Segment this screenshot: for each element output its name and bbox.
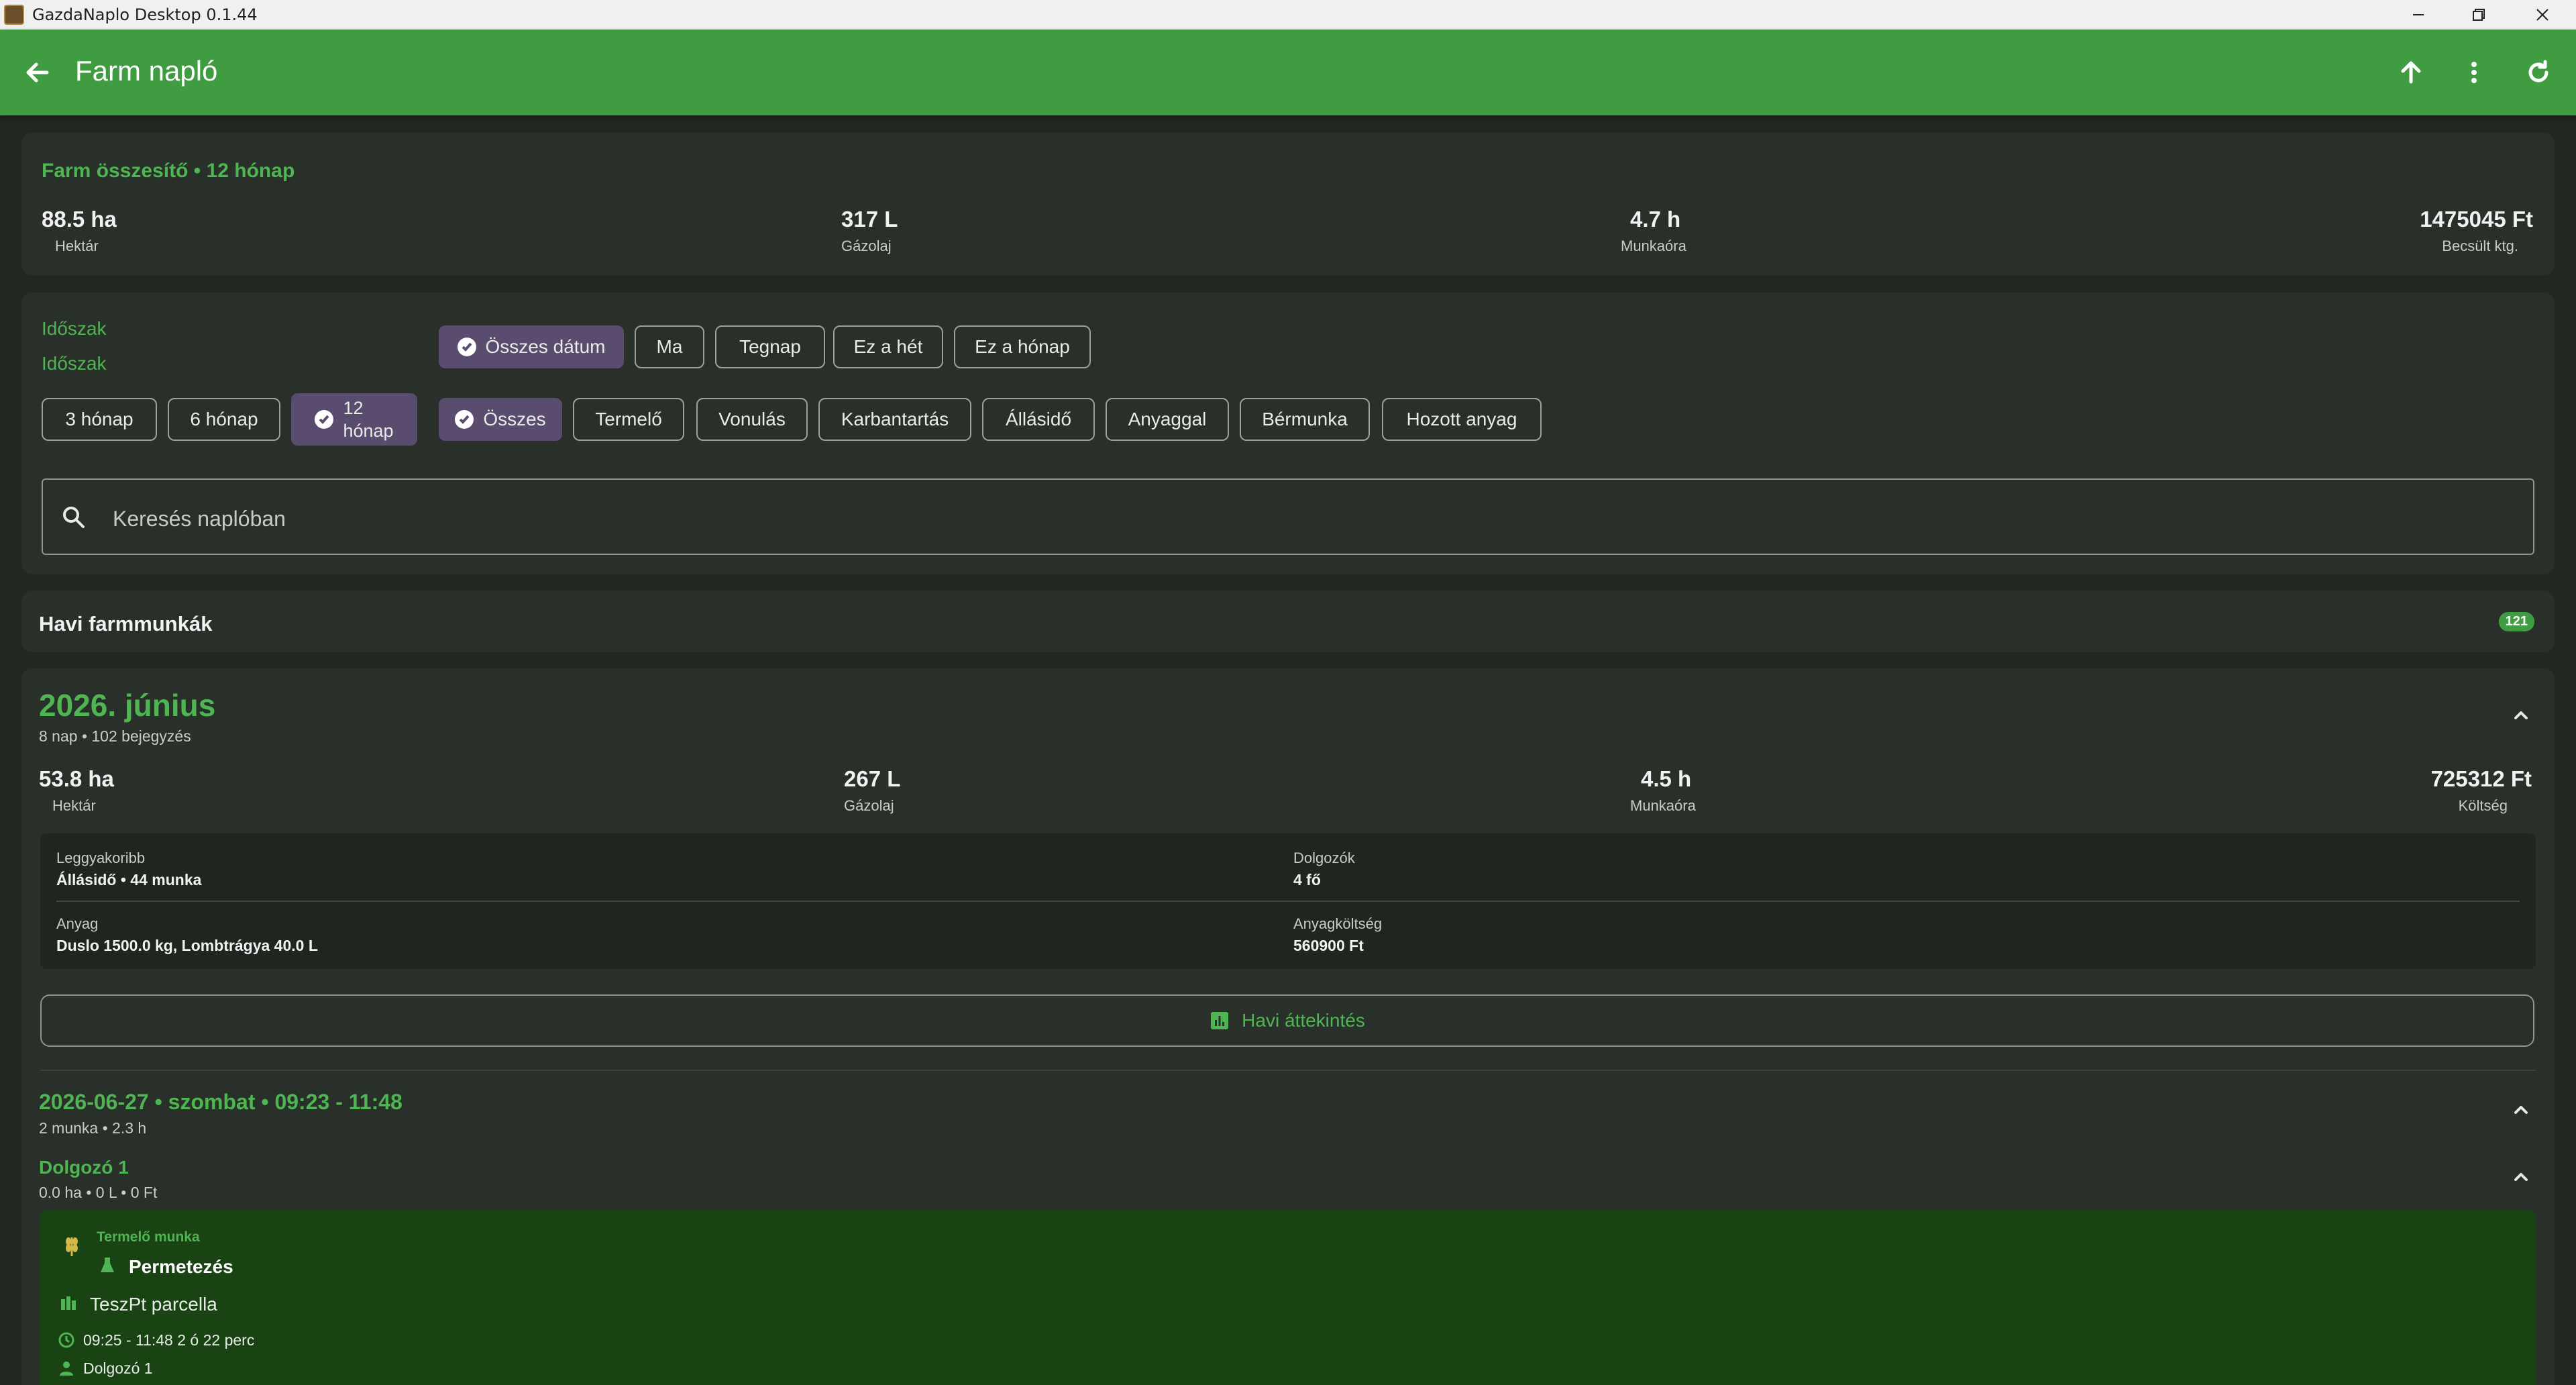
monthly-overview-button[interactable]: Havi áttekintés (40, 994, 2534, 1047)
chip-this-month[interactable]: Ez a hónap (954, 325, 1091, 368)
month-diesel-value: 267 L (844, 766, 901, 791)
summary-diesel-label: Gázolaj (841, 238, 892, 254)
chevron-up-icon (2514, 1106, 2528, 1114)
material-value: Duslo 1500.0 kg, Lombtrágya 40.0 L (56, 937, 318, 954)
farm-summary-card: Farm összesítő • 12 hónap 88.5 ha Hektár… (21, 133, 2555, 275)
day-collapse-button[interactable] (2508, 1096, 2534, 1123)
month-diesel-label: Gázolaj (844, 797, 894, 814)
material-label: Anyag (56, 915, 99, 932)
clock-icon (58, 1332, 74, 1348)
person-icon (60, 1362, 73, 1376)
chip-type-with-material[interactable]: Anyaggal (1106, 398, 1229, 441)
search-icon (63, 507, 85, 528)
check-icon (315, 410, 334, 429)
worker-name: Dolgozó 1 (39, 1157, 129, 1178)
summary-diesel-value: 317 L (841, 207, 898, 232)
most-common-value: Állásidő • 44 munka (56, 871, 202, 888)
sprayer-icon (101, 1258, 114, 1272)
search-input[interactable]: Keresés naplóban (42, 478, 2534, 555)
monthly-works-title: Havi farmmunkák (39, 612, 213, 635)
chip-type-all[interactable]: Összes (439, 398, 562, 441)
most-common-label: Leggyakoribb (56, 850, 146, 866)
month-collapse-button[interactable] (2508, 702, 2534, 729)
chip-6-months[interactable]: 6 hónap (168, 398, 280, 441)
chip-3-months[interactable]: 3 hónap (42, 398, 157, 441)
summary-cost-label: Becsült ktg. (2442, 238, 2518, 254)
details-divider (56, 901, 2520, 902)
check-icon (457, 338, 476, 356)
day-subtitle: 2 munka • 2.3 h (39, 1119, 147, 1137)
chip-yesterday[interactable]: Tegnap (715, 325, 825, 368)
chevron-up-icon (2514, 711, 2528, 719)
monthly-works-header: Havi farmmunkák 121 (21, 591, 2555, 652)
summary-hours-value: 4.7 h (1630, 207, 1681, 232)
month-cost-label: Költség (2458, 797, 2508, 814)
chip-type-transit[interactable]: Vonulás (696, 398, 808, 441)
summary-hectare-value: 88.5 ha (42, 207, 117, 232)
month-details-box: Leggyakoribb Állásidő • 44 munka Dolgozó… (40, 833, 2536, 969)
arrow-up-icon (2401, 61, 2421, 84)
check-icon (455, 410, 474, 429)
app-icon (4, 5, 24, 25)
page-title: Farm napló (75, 55, 218, 87)
month-hours-value: 4.5 h (1641, 766, 1692, 791)
period-label: Időszak (42, 318, 107, 339)
entry-task: Permetezés (129, 1256, 233, 1277)
material-cost-value: 560900 Ft (1293, 937, 1364, 954)
chip-type-contract-work[interactable]: Bérmunka (1240, 398, 1370, 441)
worker-summary: 0.0 ha • 0 L • 0 Ft (39, 1184, 158, 1201)
chip-type-downtime[interactable]: Állásidő (982, 398, 1095, 441)
day-title: 2026-06-27 • szombat • 09:23 - 11:48 (39, 1090, 402, 1114)
month-hectare-label: Hektár (52, 797, 96, 814)
parcel-icon (61, 1296, 76, 1310)
chip-all-dates[interactable]: Összes dátum (439, 325, 624, 368)
chip-this-week[interactable]: Ez a hét (833, 325, 943, 368)
chevron-up-icon (2514, 1173, 2528, 1181)
entry-parcel: TeszPt parcella (90, 1294, 217, 1315)
restore-button[interactable] (2449, 0, 2509, 30)
more-vert-icon (2471, 62, 2477, 83)
refresh-icon (2528, 60, 2548, 83)
close-window-button[interactable] (2512, 0, 2573, 30)
back-button[interactable] (19, 54, 56, 91)
bar-chart-icon (1211, 1012, 1229, 1029)
summary-hours-label: Munkaóra (1621, 238, 1686, 254)
minimize-button[interactable] (2388, 0, 2449, 30)
month-hours-label: Munkaóra (1630, 797, 1696, 814)
worker-collapse-button[interactable] (2508, 1164, 2534, 1190)
log-entry-card[interactable]: Termelő munka Permetezés TeszPt parcella… (40, 1211, 2536, 1385)
app-bar: Farm napló (0, 30, 2576, 115)
refresh-button[interactable] (2520, 54, 2557, 91)
chip-type-brought-material[interactable]: Hozott anyag (1382, 398, 1542, 441)
entry-worker: Dolgozó 1 (83, 1360, 153, 1377)
section-divider (40, 1070, 2536, 1071)
workers-label: Dolgozók (1293, 850, 1355, 866)
workers-value: 4 fő (1293, 871, 1321, 888)
month-subtitle: 8 nap • 102 bejegyzés (39, 727, 191, 745)
search-placeholder: Keresés naplóban (113, 507, 286, 531)
summary-cost-value: 1475045 Ft (2420, 207, 2533, 232)
month-cost-value: 725312 Ft (2430, 766, 2532, 791)
summary-hectare-label: Hektár (55, 238, 99, 254)
chip-today[interactable]: Ma (635, 325, 704, 368)
monthly-count-badge: 121 (2498, 612, 2534, 631)
arrow-left-icon (26, 62, 49, 83)
period-label-2: Időszak (42, 353, 107, 374)
summary-title: Farm összesítő • 12 hónap (42, 160, 295, 182)
month-hectare-value: 53.8 ha (39, 766, 114, 791)
chip-12-months[interactable]: 12 hónap (291, 393, 417, 446)
window-titlebar: GazdaNaplo Desktop 0.1.44 (0, 0, 2576, 30)
entry-time: 09:25 - 11:48 2 ó 22 perc (83, 1331, 255, 1349)
wheat-icon (66, 1237, 78, 1256)
export-button[interactable] (2392, 54, 2430, 91)
month-title: 2026. június (39, 688, 216, 723)
chip-type-producer[interactable]: Termelő (573, 398, 684, 441)
more-menu-button[interactable] (2455, 54, 2493, 91)
entry-category: Termelő munka (97, 1229, 200, 1245)
chip-type-maintenance[interactable]: Karbantartás (818, 398, 971, 441)
window-title: GazdaNaplo Desktop 0.1.44 (32, 5, 258, 24)
material-cost-label: Anyagköltség (1293, 915, 1383, 932)
